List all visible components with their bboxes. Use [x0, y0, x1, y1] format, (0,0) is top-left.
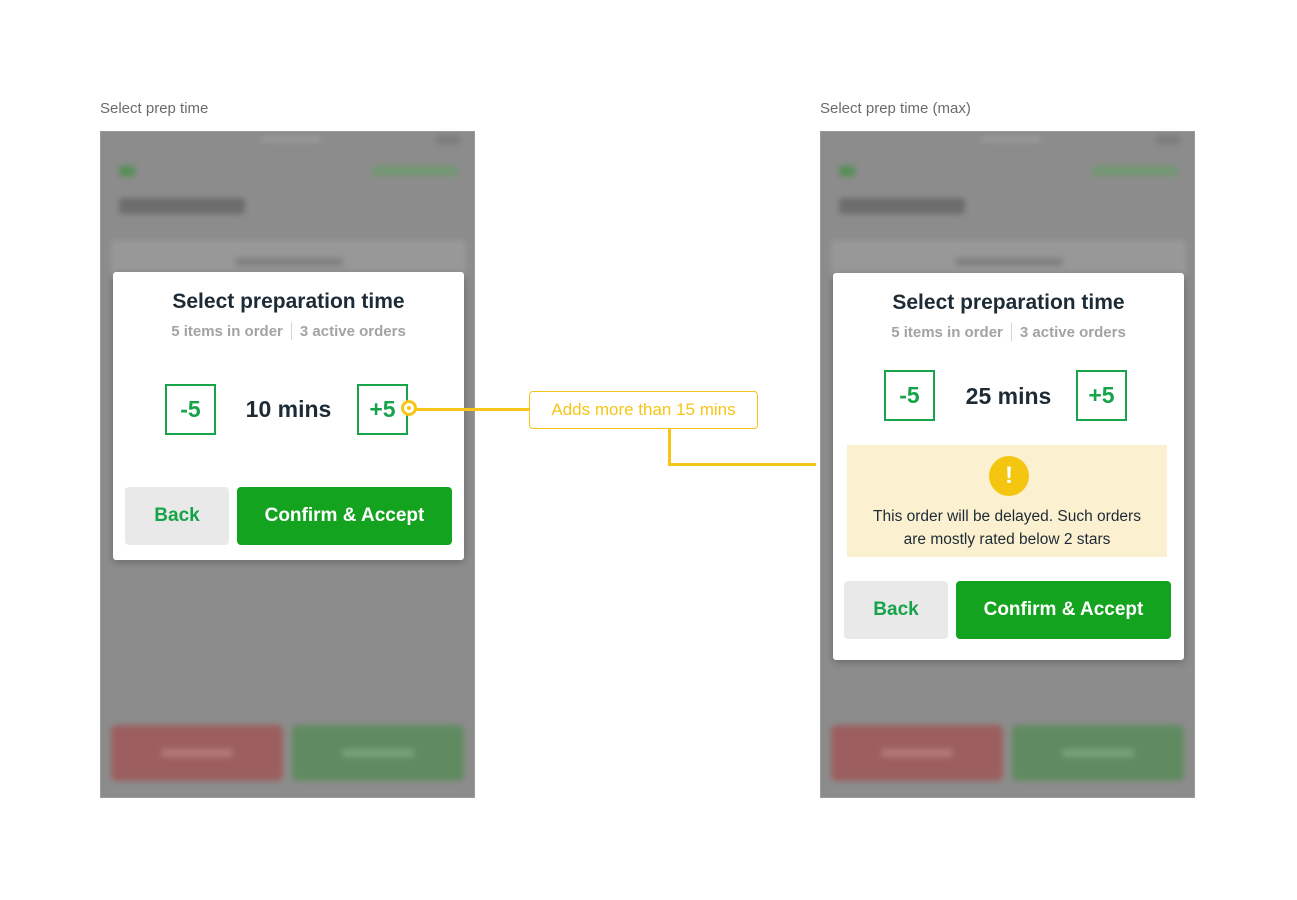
- back-button[interactable]: Back: [125, 487, 229, 545]
- annotation-line-3: [668, 463, 816, 466]
- warning-line-2: are mostly rated below 2 stars: [903, 531, 1111, 548]
- prep-time-value: 25 mins: [965, 383, 1052, 409]
- prep-time-modal: Select preparation time 5 items in order…: [113, 272, 464, 560]
- items-in-order: 5 items in order: [171, 322, 283, 340]
- active-orders: 3 active orders: [299, 322, 406, 340]
- status-bar: [261, 136, 321, 142]
- warning-line-1: This order will be delayed. Such orders: [873, 508, 1141, 525]
- info-card-text: [955, 258, 1063, 266]
- warning-message: This order will be delayed. Such orders …: [855, 505, 1159, 551]
- right-phone-frame: Select preparation time 5 items in order…: [820, 131, 1195, 798]
- right-frame-caption: Select prep time (max): [820, 100, 971, 117]
- header-link: [1092, 166, 1178, 176]
- annotation-dot-icon: [401, 400, 417, 416]
- annotation-line-2: [668, 429, 671, 466]
- header-link: [372, 166, 458, 176]
- annotation-line-1: [414, 408, 530, 411]
- active-orders: 3 active orders: [1019, 323, 1126, 341]
- summary-divider: [290, 322, 292, 340]
- info-card-text: [235, 258, 343, 266]
- delay-warning: ! This order will be delayed. Such order…: [847, 445, 1167, 557]
- annotation-label: Adds more than 15 mins: [529, 391, 758, 429]
- warning-icon: !: [989, 456, 1029, 496]
- items-in-order: 5 items in order: [891, 323, 1003, 341]
- order-summary: 5 items in order 3 active orders: [113, 322, 464, 340]
- battery-icon: [1156, 136, 1180, 144]
- left-frame-caption: Select prep time: [100, 100, 209, 117]
- status-bar: [981, 136, 1041, 142]
- prep-time-modal: Select preparation time 5 items in order…: [833, 273, 1184, 660]
- summary-divider: [1010, 323, 1012, 341]
- modal-title: Select preparation time: [892, 291, 1125, 314]
- back-button[interactable]: Back: [844, 581, 948, 639]
- modal-title: Select preparation time: [172, 290, 405, 313]
- confirm-accept-button[interactable]: Confirm & Accept: [956, 581, 1171, 639]
- back-arrow-icon: [119, 166, 135, 176]
- page-title: [839, 198, 965, 214]
- left-phone-frame: Select preparation time 5 items in order…: [100, 131, 475, 798]
- accept-button: [1012, 725, 1184, 781]
- accept-button: [292, 725, 464, 781]
- confirm-accept-button[interactable]: Confirm & Accept: [237, 487, 452, 545]
- order-summary: 5 items in order 3 active orders: [833, 323, 1184, 341]
- battery-icon: [436, 136, 460, 144]
- back-arrow-icon: [839, 166, 855, 176]
- reject-button: [111, 725, 283, 781]
- page-title: [119, 198, 245, 214]
- reject-button: [831, 725, 1003, 781]
- plus-five-button[interactable]: +5: [1076, 370, 1127, 421]
